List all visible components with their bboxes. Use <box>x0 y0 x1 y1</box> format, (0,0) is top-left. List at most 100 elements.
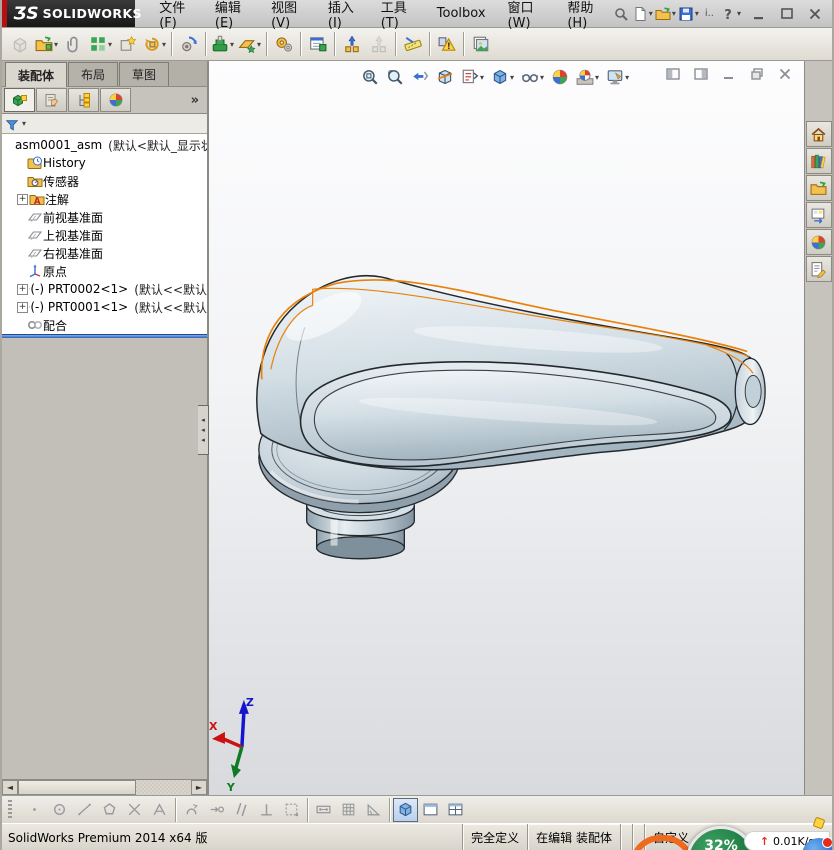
make-parallel-button[interactable] <box>229 798 254 822</box>
expander-icon[interactable]: + <box>17 283 28 295</box>
view-orientation-button[interactable]: ▾ <box>459 65 486 89</box>
doc-close-button[interactable] <box>774 65 796 83</box>
sketch-line-button[interactable] <box>72 798 97 822</box>
graphics-viewport[interactable]: Z X Y ▾ ▾ ▾ ▾ ▾ <box>209 61 804 795</box>
sketch-point-button[interactable] <box>22 798 47 822</box>
expander-icon[interactable]: + <box>17 193 28 205</box>
panel-collapse-handle[interactable]: ◂ ◂ ◂ <box>198 405 209 455</box>
scrollbar-thumb[interactable] <box>18 780 136 795</box>
preview-window-button[interactable] <box>467 31 494 58</box>
tree-item-top-plane[interactable]: 上视基准面 <box>2 226 207 244</box>
menu-edit[interactable]: 编辑(E) <box>205 0 259 34</box>
exploded-view-button[interactable] <box>338 31 365 58</box>
new-document-button[interactable]: ▾ <box>631 3 654 25</box>
menu-file[interactable]: 文件(F) <box>149 0 203 34</box>
make-perpendicular-button[interactable] <box>254 798 279 822</box>
split-pane-left-button[interactable] <box>662 65 684 83</box>
component-pattern-button[interactable]: ▾ <box>87 31 114 58</box>
doc-restore-button[interactable] <box>746 65 768 83</box>
open-document-button[interactable]: ▾ <box>654 3 677 25</box>
split-pane-right-button[interactable] <box>690 65 712 83</box>
tab-sketch[interactable]: 草图 <box>119 62 170 86</box>
menu-tools[interactable]: 工具(T) <box>371 0 425 34</box>
tab-layout[interactable]: 布局 <box>68 62 119 86</box>
hide-show-items-button[interactable]: ▾ <box>519 65 546 89</box>
previous-view-button[interactable] <box>409 65 431 89</box>
sketch-trim-button[interactable] <box>122 798 147 822</box>
bill-of-materials-button[interactable] <box>304 31 331 58</box>
tree-item-annotations[interactable]: + A 注解 <box>2 190 207 208</box>
display-style-button[interactable]: ▾ <box>489 65 516 89</box>
interference-detection-button[interactable]: ! <box>433 31 460 58</box>
tree-item-origin[interactable]: 原点 <box>2 262 207 280</box>
tree-item-part-prt0001[interactable]: + (-) PRT0001<1> (默认<<默认 <box>2 298 207 316</box>
mate-button[interactable] <box>60 31 87 58</box>
taskpane-solidworks-resources-button[interactable] <box>805 121 832 147</box>
tree-horizontal-scrollbar[interactable]: ◄ ► <box>2 779 207 795</box>
search-icon[interactable] <box>613 6 629 22</box>
filter-dropdown-arrow[interactable]: ▾ <box>22 119 26 128</box>
section-view-button[interactable] <box>434 65 456 89</box>
view-cube-button[interactable] <box>393 797 418 822</box>
taskpane-file-explorer-button[interactable] <box>805 175 832 201</box>
close-window-button[interactable] <box>802 4 828 24</box>
taskpane-custom-properties-button[interactable] <box>805 256 832 282</box>
expander-icon[interactable]: + <box>17 301 28 313</box>
edit-appearance-button[interactable] <box>549 65 571 89</box>
toolbar-grip[interactable] <box>8 799 12 820</box>
four-viewports-button[interactable] <box>443 798 468 822</box>
show-hidden-components-button[interactable] <box>175 31 202 58</box>
measure-button[interactable] <box>399 31 426 58</box>
triad-y-label: Y <box>226 781 236 794</box>
tree-item-front-plane[interactable]: 前视基准面 <box>2 208 207 226</box>
select-group-button[interactable] <box>279 798 304 822</box>
tree-item-history[interactable]: History <box>2 154 207 172</box>
menu-toolbox[interactable]: Toolbox <box>427 3 496 24</box>
tree-item-sensors[interactable]: 传感器 <box>2 172 207 190</box>
smart-fasteners-button[interactable] <box>114 31 141 58</box>
displaymanager-button[interactable] <box>100 88 131 112</box>
sketch-chamfer-button[interactable] <box>147 798 172 822</box>
tree-item-right-plane[interactable]: 右视基准面 <box>2 244 207 262</box>
zoom-to-fit-button[interactable] <box>359 65 381 89</box>
propertymanager-button[interactable] <box>36 88 67 112</box>
tree-item-assembly-root[interactable]: asm0001_asm (默认<默认_显示状 <box>2 136 207 154</box>
apply-scene-button[interactable]: ▾ <box>574 65 601 89</box>
single-viewport-button[interactable] <box>418 798 443 822</box>
maximize-window-button[interactable] <box>774 4 800 24</box>
open-part-button[interactable]: ▾ <box>33 31 60 58</box>
taskpane-design-library-button[interactable] <box>805 148 832 174</box>
featuremanager-button[interactable] <box>4 88 35 112</box>
configurationmanager-button[interactable] <box>68 88 99 112</box>
tab-assembly[interactable]: 装配体 <box>5 62 68 87</box>
reference-geometry-button[interactable]: ▾ <box>236 31 263 58</box>
taskpane-appearances-scenes-button[interactable] <box>805 229 832 255</box>
doc-minimize-button[interactable] <box>718 65 740 83</box>
zoom-to-area-button[interactable] <box>384 65 406 89</box>
new-motion-study-button[interactable] <box>270 31 297 58</box>
manager-tabs-overflow[interactable]: » <box>191 93 199 108</box>
rotate-component-button[interactable]: ▾ <box>141 31 168 58</box>
display-relations-button[interactable] <box>204 798 229 822</box>
menu-window[interactable]: 窗口(W) <box>498 0 556 34</box>
tree-item-mates[interactable]: 配合 <box>2 316 207 334</box>
sketch-polygon-button[interactable] <box>97 798 122 822</box>
scroll-left-arrow-icon[interactable]: ◄ <box>2 780 18 795</box>
menu-insert[interactable]: 插入(I) <box>318 0 369 34</box>
grid-snap-button[interactable] <box>336 798 361 822</box>
menu-help[interactable]: 帮助(H) <box>557 0 612 34</box>
smart-dimension-button[interactable] <box>311 798 336 822</box>
view-settings-button[interactable]: ▾ <box>604 65 631 89</box>
add-relation-button[interactable] <box>179 798 204 822</box>
menu-view[interactable]: 视图(V) <box>261 0 316 34</box>
tree-filter-row[interactable]: ▾ <box>2 114 207 134</box>
sketch-circle-button[interactable] <box>47 798 72 822</box>
scroll-right-arrow-icon[interactable]: ► <box>191 780 207 795</box>
minimize-window-button[interactable] <box>746 4 772 24</box>
tree-item-part-prt0002[interactable]: + (-) PRT0002<1> (默认<<默认 <box>2 280 207 298</box>
save-document-button[interactable]: ▾ <box>677 3 700 25</box>
help-button[interactable]: ? ▾ <box>719 3 742 25</box>
taskpane-view-palette-button[interactable] <box>805 202 832 228</box>
angle-snap-button[interactable] <box>361 798 386 822</box>
assembly-features-button[interactable]: ▾ <box>209 31 236 58</box>
